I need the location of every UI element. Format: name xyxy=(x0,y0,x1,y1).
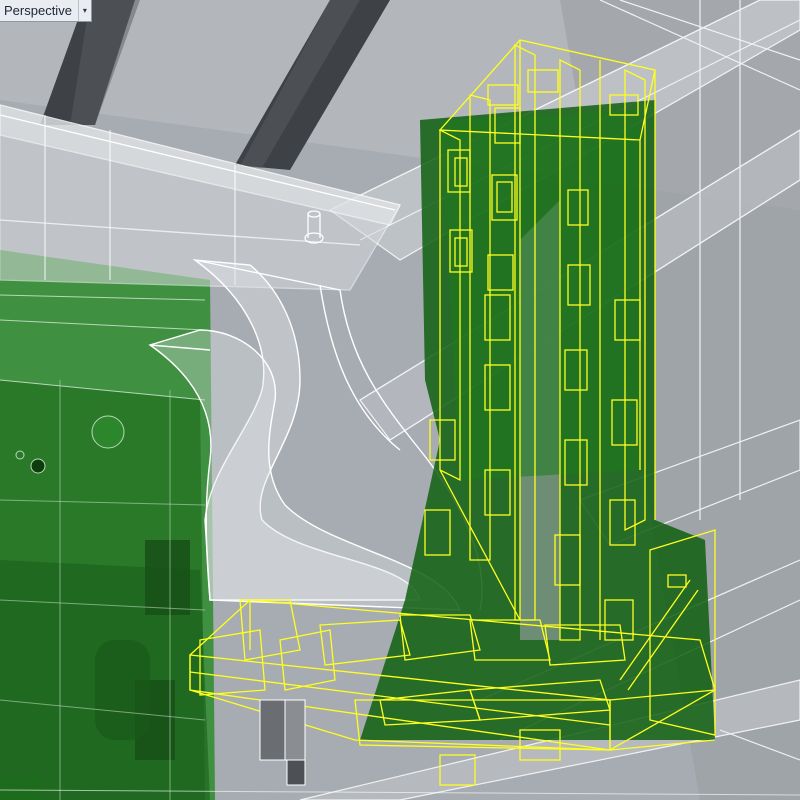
model-scene[interactable] xyxy=(0,0,800,800)
perspective-viewport[interactable]: Perspective ▾ xyxy=(0,0,800,800)
viewport-title[interactable]: Perspective xyxy=(0,0,78,21)
viewport-title-tab[interactable]: Perspective ▾ xyxy=(0,0,92,22)
chevron-down-icon[interactable]: ▾ xyxy=(77,0,91,21)
green-solid-body xyxy=(0,250,215,800)
